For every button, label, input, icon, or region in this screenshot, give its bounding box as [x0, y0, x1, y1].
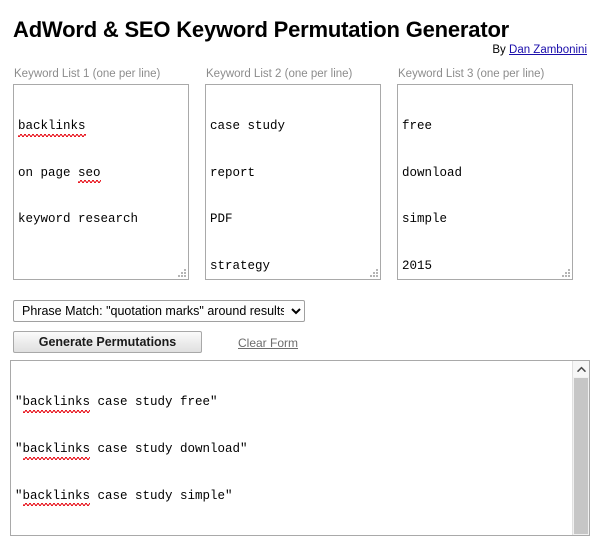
- keyword-list-1-column: Keyword List 1 (one per line) backlinks …: [13, 68, 189, 280]
- keyword-line: case study: [210, 119, 285, 135]
- keyword-line: on page seo: [18, 166, 101, 182]
- author-link[interactable]: Dan Zambonini: [509, 44, 587, 56]
- keyword-line: 2015: [402, 259, 432, 275]
- keyword-list-2-label: Keyword List 2 (one per line): [206, 68, 381, 80]
- chevron-up-icon[interactable]: [573, 361, 589, 377]
- keyword-lists: Keyword List 1 (one per line) backlinks …: [0, 68, 600, 283]
- misspelled-word: backlinks: [23, 395, 91, 411]
- results-output[interactable]: "backlinks case study free" "backlinks c…: [10, 360, 590, 536]
- keyword-line: strategy: [210, 259, 270, 275]
- results-scrollbar[interactable]: [572, 361, 589, 535]
- result-line: "backlinks case study download": [15, 442, 248, 458]
- misspelled-word: backlinks: [18, 119, 86, 135]
- scrollbar-thumb[interactable]: [574, 378, 588, 534]
- misspelled-word: backlinks: [23, 442, 91, 458]
- keyword-line: download: [402, 166, 462, 182]
- keyword-line: keyword research: [18, 212, 138, 228]
- keyword-list-3-column: Keyword List 3 (one per line) free downl…: [397, 68, 573, 280]
- keyword-line: report: [210, 166, 255, 182]
- keyword-line: simple: [402, 212, 447, 228]
- app-page: AdWord & SEO Keyword Permutation Generat…: [0, 0, 600, 538]
- result-line: "backlinks case study simple": [15, 489, 233, 505]
- result-line: "backlinks case study free": [15, 395, 218, 411]
- misspelled-word: seo: [78, 166, 101, 182]
- resize-grip-icon[interactable]: [367, 266, 378, 277]
- results-text[interactable]: "backlinks case study free" "backlinks c…: [11, 361, 572, 535]
- generate-permutations-button[interactable]: Generate Permutations: [13, 331, 202, 353]
- keyword-line: backlinks: [18, 119, 86, 135]
- resize-grip-icon[interactable]: [175, 266, 186, 277]
- page-title: AdWord & SEO Keyword Permutation Generat…: [13, 17, 509, 43]
- resize-grip-icon[interactable]: [559, 266, 570, 277]
- byline: By Dan Zambonini: [492, 44, 587, 56]
- keyword-line: PDF: [210, 212, 233, 228]
- clear-form-link[interactable]: Clear Form: [238, 336, 298, 350]
- keyword-list-2-column: Keyword List 2 (one per line) case study…: [205, 68, 381, 280]
- keyword-list-2-input[interactable]: case study report PDF strategy: [205, 84, 381, 280]
- keyword-line: free: [402, 119, 432, 135]
- keyword-list-1-input[interactable]: backlinks on page seo keyword research: [13, 84, 189, 280]
- byline-prefix: By: [492, 44, 509, 56]
- keyword-list-3-label: Keyword List 3 (one per line): [398, 68, 573, 80]
- match-type-select[interactable]: Phrase Match: "quotation marks" around r…: [13, 300, 305, 322]
- misspelled-word: backlinks: [23, 489, 91, 505]
- keyword-list-1-label: Keyword List 1 (one per line): [14, 68, 189, 80]
- keyword-list-3-input[interactable]: free download simple 2015: [397, 84, 573, 280]
